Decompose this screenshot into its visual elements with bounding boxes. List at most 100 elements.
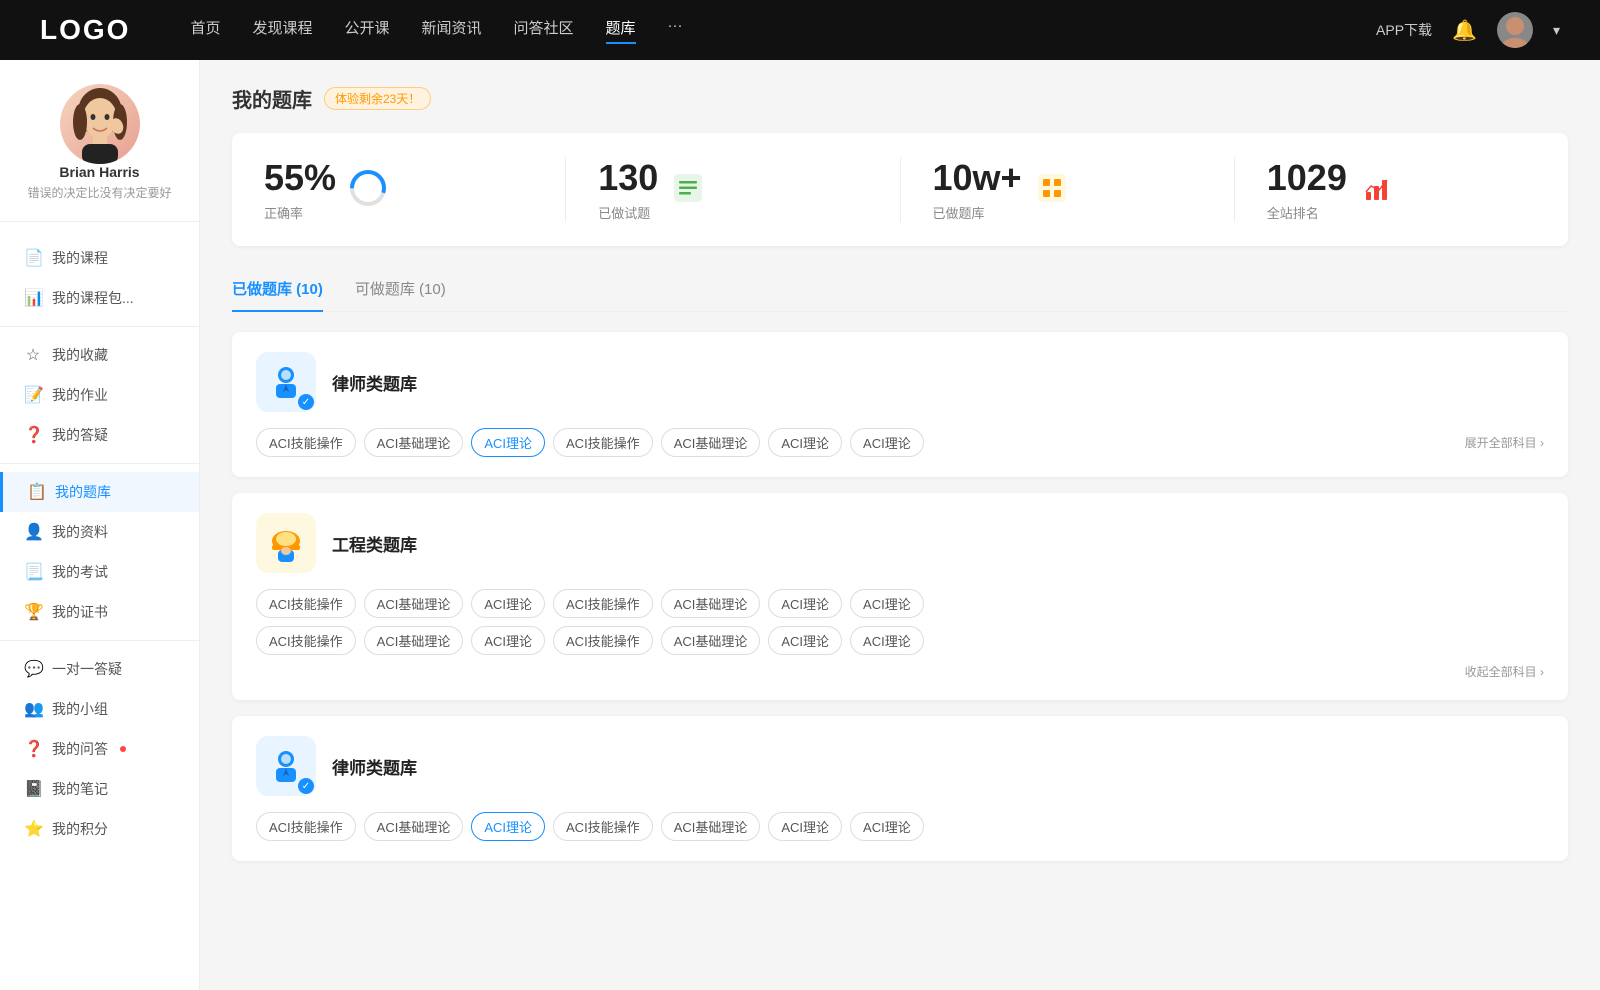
sidebar-item-homework[interactable]: 📝 我的作业 xyxy=(0,375,199,415)
sidebar-item-label: 我的课程包... xyxy=(52,288,134,308)
bank-tag[interactable]: ACI理论 xyxy=(850,812,924,841)
sidebar-item-label: 我的问答 xyxy=(52,739,108,759)
sidebar-item-label: 我的笔记 xyxy=(52,779,108,799)
notes-icon: 📓 xyxy=(24,779,42,799)
app-download-button[interactable]: APP下载 xyxy=(1376,20,1432,40)
bank-tag[interactable]: ACI技能操作 xyxy=(256,428,356,457)
sidebar-item-my-courses[interactable]: 📄 我的课程 xyxy=(0,238,199,278)
bank-tag[interactable]: ACI理论 xyxy=(850,589,924,618)
stat-done-questions-value: 130 xyxy=(598,157,658,199)
bank-tag[interactable]: ACI基础理论 xyxy=(364,589,464,618)
exam-icon: 📃 xyxy=(24,562,42,582)
sidebar-item-points[interactable]: ⭐ 我的积分 xyxy=(0,809,199,849)
bank-tag[interactable]: ACI理论 xyxy=(768,589,842,618)
sidebar-item-profile[interactable]: 👤 我的资料 xyxy=(0,512,199,552)
bank-card-lawyer: ✓ 律师类题库 ACI技能操作 ACI基础理论 ACI理论 ACI技能操作 AC… xyxy=(232,332,1568,477)
bank-tag[interactable]: ACI基础理论 xyxy=(364,812,464,841)
sidebar-item-label: 我的收藏 xyxy=(52,345,108,365)
divider xyxy=(0,463,199,464)
expand-button[interactable]: 展开全部科目 › xyxy=(1465,434,1544,451)
nav-discover[interactable]: 发现课程 xyxy=(252,17,312,44)
bank-tag[interactable]: ACI理论 xyxy=(471,589,545,618)
course-pack-icon: 📊 xyxy=(24,288,42,308)
sidebar-item-label: 我的答疑 xyxy=(52,425,108,445)
stat-done-questions-label: 已做试题 xyxy=(598,203,658,222)
sidebar-profile: Brian Harris 错误的决定比没有决定要好 xyxy=(0,84,199,222)
bank-tag[interactable]: ACI理论 xyxy=(850,626,924,655)
sidebar-item-certificate[interactable]: 🏆 我的证书 xyxy=(0,592,199,632)
bank-tag[interactable]: ACI基础理论 xyxy=(661,626,761,655)
page-title: 我的题库 xyxy=(232,84,312,113)
tab-available-banks[interactable]: 可做题库 (10) xyxy=(355,270,446,311)
bank-tag[interactable]: ACI基础理论 xyxy=(661,589,761,618)
tab-done-banks[interactable]: 已做题库 (10) xyxy=(232,270,323,311)
sidebar-item-course-pack[interactable]: 📊 我的课程包... xyxy=(0,278,199,318)
my-courses-icon: 📄 xyxy=(24,248,42,268)
nav-more[interactable]: ··· xyxy=(668,17,683,44)
sidebar-item-favorites[interactable]: ☆ 我的收藏 xyxy=(0,335,199,375)
bank-tags-row: ACI技能操作 ACI基础理论 ACI理论 ACI技能操作 ACI基础理论 AC… xyxy=(256,428,1544,457)
notification-bell-icon[interactable]: 🔔 xyxy=(1452,18,1477,43)
bank-name-lawyer: 律师类题库 xyxy=(332,370,417,395)
collapse-button[interactable]: 收起全部科目 › xyxy=(256,663,1544,680)
bank-tag[interactable]: ACI基础理论 xyxy=(661,428,761,457)
bank-tag[interactable]: ACI理论 xyxy=(768,812,842,841)
bank-card-header: ✓ 律师类题库 xyxy=(256,736,1544,796)
bank-tag[interactable]: ACI技能操作 xyxy=(553,626,653,655)
stat-value: 55% 正确率 xyxy=(264,157,336,222)
sidebar-item-my-qa[interactable]: ❓ 我的问答 xyxy=(0,729,199,769)
sidebar-item-label: 我的小组 xyxy=(52,699,108,719)
one-on-one-icon: 💬 xyxy=(24,659,42,679)
bank-tags-row2: ACI技能操作 ACI基础理论 ACI理论 ACI技能操作 ACI基础理论 AC… xyxy=(256,626,1544,655)
divider xyxy=(0,640,199,641)
nav-home[interactable]: 首页 xyxy=(190,17,220,44)
bank-tag[interactable]: ACI理论 xyxy=(850,428,924,457)
bank-tag[interactable]: ACI技能操作 xyxy=(553,428,653,457)
bank-card-lawyer-2: ✓ 律师类题库 ACI技能操作 ACI基础理论 ACI理论 ACI技能操作 AC… xyxy=(232,716,1568,861)
sidebar-item-one-on-one[interactable]: 💬 一对一答疑 xyxy=(0,649,199,689)
user-avatar[interactable] xyxy=(1497,12,1533,48)
notification-dot xyxy=(120,746,126,752)
stat-site-rank: 1029 全站排名 xyxy=(1235,157,1568,222)
sidebar-item-label: 我的作业 xyxy=(52,385,108,405)
sidebar-item-label: 我的课程 xyxy=(52,248,108,268)
stat-done-questions: 130 已做试题 xyxy=(566,157,900,222)
sidebar-item-question-bank[interactable]: 📋 我的题库 xyxy=(0,472,199,512)
bank-tag[interactable]: ACI理论 xyxy=(768,428,842,457)
nav-qa[interactable]: 问答社区 xyxy=(514,17,574,44)
bank-tag[interactable]: ACI理论 xyxy=(768,626,842,655)
nav-news[interactable]: 新闻资讯 xyxy=(422,17,482,44)
bank-tag[interactable]: ACI基础理论 xyxy=(364,626,464,655)
bank-tag-active[interactable]: ACI理论 xyxy=(471,812,545,841)
check-badge-icon: ✓ xyxy=(298,394,314,410)
sidebar-item-exam[interactable]: 📃 我的考试 xyxy=(0,552,199,592)
bank-tag[interactable]: ACI技能操作 xyxy=(256,812,356,841)
nav-open-course[interactable]: 公开课 xyxy=(344,17,389,44)
bank-tag[interactable]: ACI基础理论 xyxy=(364,428,464,457)
sidebar-item-qa[interactable]: ❓ 我的答疑 xyxy=(0,415,199,455)
bank-tags-row: ACI技能操作 ACI基础理论 ACI理论 ACI技能操作 ACI基础理论 AC… xyxy=(256,812,1544,841)
points-icon: ⭐ xyxy=(24,819,42,839)
bank-tag-active[interactable]: ACI理论 xyxy=(471,428,545,457)
sidebar-item-notes[interactable]: 📓 我的笔记 xyxy=(0,769,199,809)
bank-tag[interactable]: ACI技能操作 xyxy=(553,589,653,618)
bank-tag[interactable]: ACI理论 xyxy=(471,626,545,655)
logo[interactable]: LOGO xyxy=(40,14,130,46)
user-name: Brian Harris xyxy=(59,164,139,180)
nav-question-bank[interactable]: 题库 xyxy=(606,17,636,44)
bank-tag[interactable]: ACI技能操作 xyxy=(256,626,356,655)
bank-card-header: ✓ 律师类题库 xyxy=(256,352,1544,412)
bank-tag[interactable]: ACI基础理论 xyxy=(661,812,761,841)
trial-badge: 体验剩余23天！ xyxy=(324,87,431,110)
sidebar-item-group[interactable]: 👥 我的小组 xyxy=(0,689,199,729)
favorites-icon: ☆ xyxy=(24,345,42,365)
user-dropdown-icon[interactable]: ▾ xyxy=(1553,22,1560,39)
page-wrapper: Brian Harris 错误的决定比没有决定要好 📄 我的课程 📊 我的课程包… xyxy=(0,60,1600,990)
accuracy-chart-icon xyxy=(348,168,388,211)
grid-icon xyxy=(1034,170,1070,209)
sidebar-item-label: 一对一答疑 xyxy=(52,659,122,679)
bank-tag[interactable]: ACI技能操作 xyxy=(256,589,356,618)
main-content: 我的题库 体验剩余23天！ 55% 正确率 xyxy=(200,60,1600,990)
qa-icon: ❓ xyxy=(24,425,42,445)
bank-tag[interactable]: ACI技能操作 xyxy=(553,812,653,841)
